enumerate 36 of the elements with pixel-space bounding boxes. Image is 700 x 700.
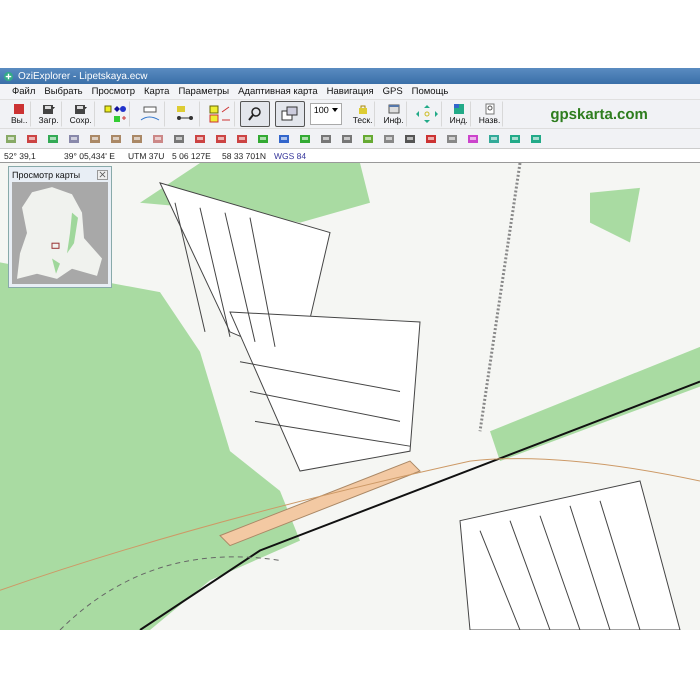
shapes-icon	[102, 104, 127, 124]
toolbar-button[interactable]: Загр.	[36, 101, 62, 127]
map-icon	[452, 103, 466, 115]
window-title: OziExplorer - Lipetskaya.ecw	[18, 70, 148, 82]
coordinate-text: WGS 84	[274, 150, 306, 160]
menu-item[interactable]: Выбрать	[44, 86, 83, 97]
coordinate-text: 52° 39,1	[4, 150, 37, 160]
window-icon	[386, 103, 401, 115]
coordinate-text: 39° 05,434' E	[64, 150, 116, 160]
app-logo-icon	[3, 70, 14, 82]
menu-item[interactable]: Файл	[12, 86, 36, 97]
menu-item[interactable]: Адаптивная карта	[238, 86, 318, 97]
square-icon	[12, 103, 26, 115]
menu-item[interactable]: Карта	[144, 86, 170, 97]
zoom-dropdown[interactable]: 100	[310, 103, 342, 125]
caret-icon	[332, 108, 338, 112]
menu-item[interactable]: Навигация	[326, 86, 374, 97]
coordinate-text: UTM 37U	[128, 150, 166, 160]
toolbar-button[interactable]: Вы..	[8, 101, 31, 127]
toolbar-button[interactable]: Инд.	[446, 101, 471, 127]
toolbar-button[interactable]: Сохр.	[66, 101, 95, 127]
toolbar-button[interactable]: Инф.	[380, 101, 407, 127]
menu-item[interactable]: Просмотр	[92, 86, 136, 97]
menu-item[interactable]: Помощь	[412, 86, 448, 97]
toolbar-button[interactable]: Теск.	[350, 101, 376, 127]
layers-icon	[208, 104, 232, 124]
toolbar-button[interactable]	[240, 101, 270, 127]
toolbar-button[interactable]	[274, 101, 305, 127]
arrows-icon	[414, 104, 439, 124]
menu-item[interactable]: Параметры	[178, 86, 230, 97]
toolbar-button[interactable]: Назв.	[476, 101, 504, 127]
menu-item[interactable]: GPS	[382, 86, 403, 97]
brand-name: gpskarta.com	[550, 106, 648, 122]
coordinate-text: 5 06 127E	[172, 150, 212, 160]
page-icon	[482, 103, 497, 115]
coordinate-text: 58 33 701N	[222, 150, 267, 160]
